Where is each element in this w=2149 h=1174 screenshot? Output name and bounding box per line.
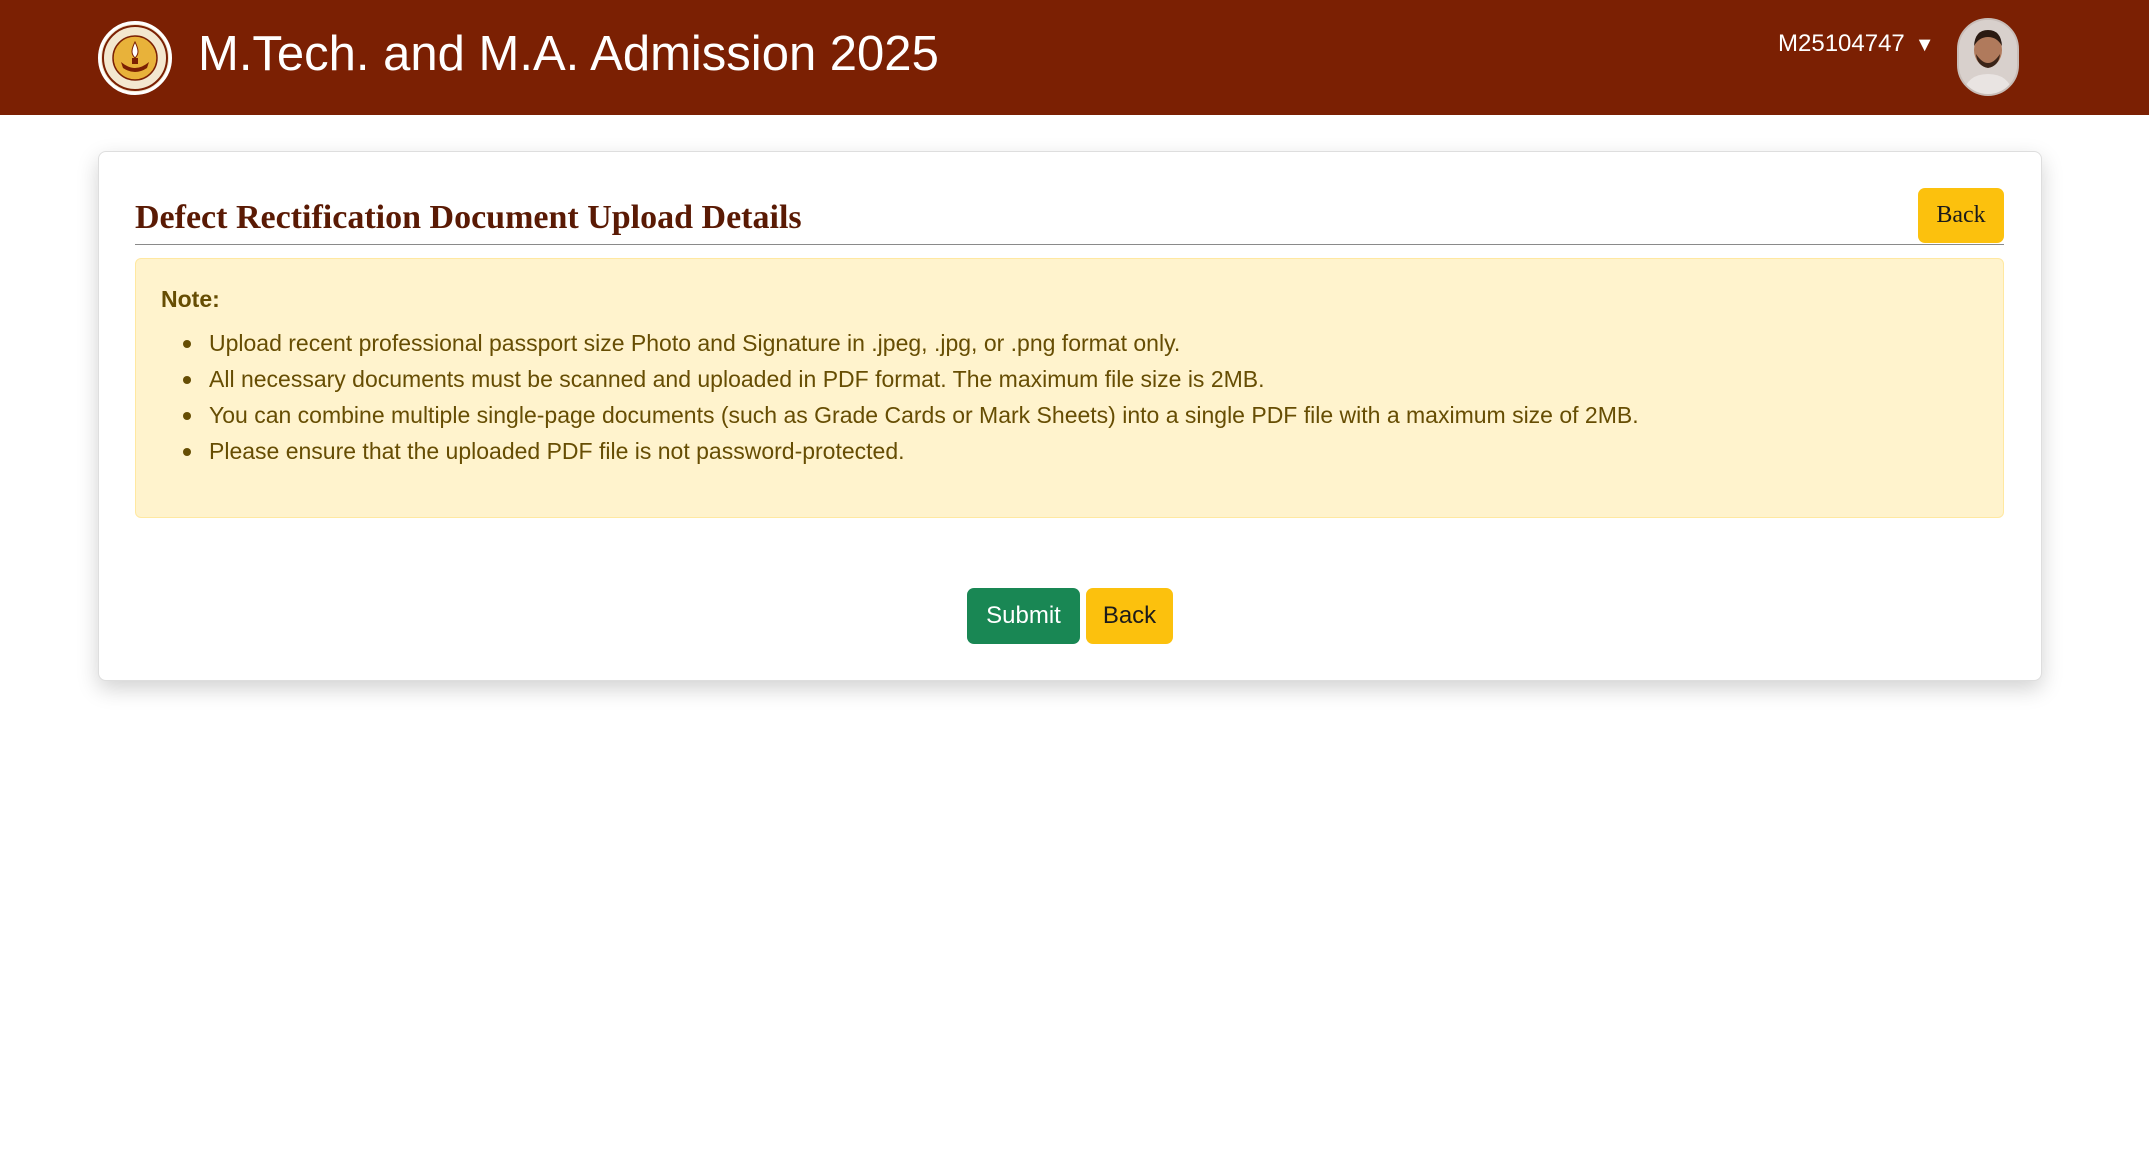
- note-item: Please ensure that the uploaded PDF file…: [161, 433, 1961, 469]
- note-heading: Note:: [161, 286, 220, 312]
- document-upload-card: Defect Rectification Document Upload Det…: [98, 151, 2042, 681]
- note-item: All necessary documents must be scanned …: [161, 361, 1961, 397]
- page-title: Defect Rectification Document Upload Det…: [135, 199, 802, 236]
- user-id-label: M25104747: [1778, 30, 1905, 57]
- back-button-bottom[interactable]: Back: [1086, 588, 1173, 644]
- note-item: Upload recent professional passport size…: [161, 325, 1961, 361]
- note-list: Upload recent professional passport size…: [161, 325, 1961, 469]
- caret-down-icon: ▼: [1914, 34, 1935, 56]
- user-menu-dropdown[interactable]: M25104747 ▼: [1778, 26, 1935, 62]
- top-navbar: M.Tech. and M.A. Admission 2025 M2510474…: [0, 0, 2149, 115]
- institute-emblem-icon: [98, 21, 172, 95]
- user-avatar[interactable]: [1957, 18, 2019, 96]
- submit-button[interactable]: Submit: [967, 588, 1080, 644]
- back-button-top[interactable]: Back: [1918, 188, 2004, 243]
- note-alert: Note: Upload recent professional passpor…: [135, 258, 2004, 518]
- note-item: You can combine multiple single-page doc…: [161, 397, 1961, 433]
- app-title: M.Tech. and M.A. Admission 2025: [198, 27, 939, 81]
- title-divider: [135, 244, 2004, 245]
